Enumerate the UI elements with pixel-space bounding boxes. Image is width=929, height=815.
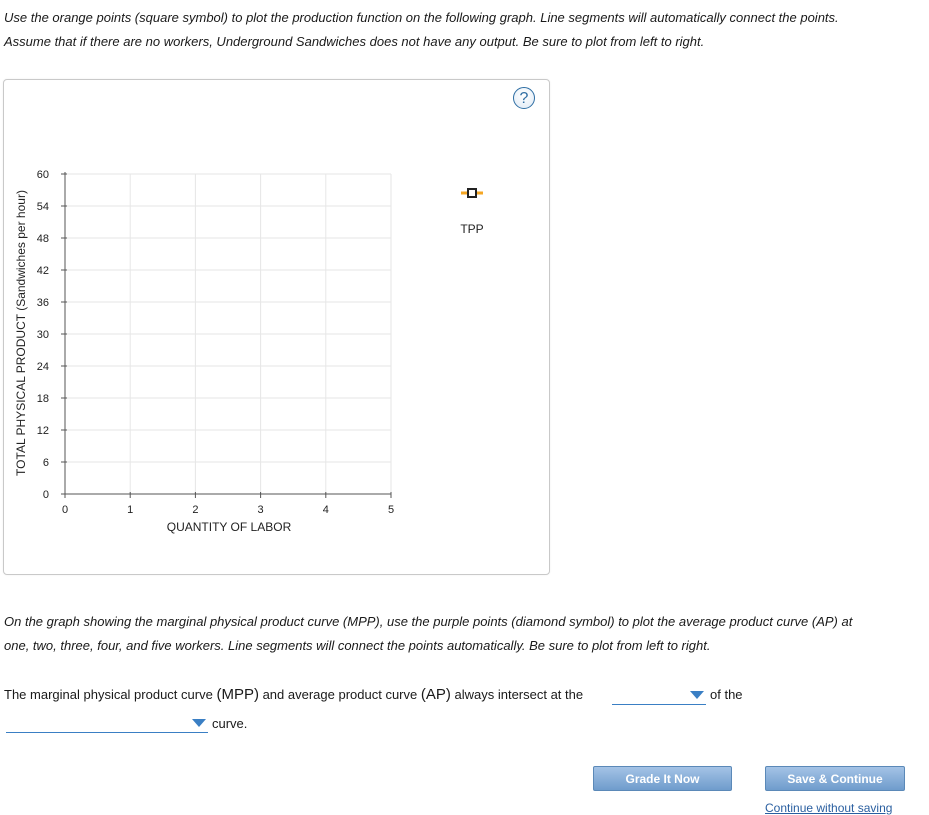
x-tick-label: 0: [62, 504, 68, 516]
y-axis-title: TOTAL PHYSICAL PRODUCT (Sandwiches per h…: [14, 190, 28, 476]
curve-text: curve.: [212, 716, 248, 731]
save-continue-button[interactable]: Save & Continue: [765, 766, 905, 791]
continue-without-saving-link[interactable]: Continue without saving: [765, 801, 892, 815]
x-tick-label: 5: [388, 504, 394, 516]
y-tick-label: 60: [37, 169, 49, 181]
y-tick-label: 42: [37, 265, 49, 277]
intersection-dropdown[interactable]: [612, 686, 706, 705]
y-tick-label: 18: [37, 393, 49, 405]
y-tick-label: 48: [37, 233, 49, 245]
y-tick-label: 0: [43, 489, 49, 501]
of-the-text: of the: [710, 687, 743, 702]
chevron-down-icon: [192, 719, 206, 727]
x-tick-label: 4: [323, 504, 329, 516]
y-tick-label: 12: [37, 425, 49, 437]
legend-label-tpp: TPP: [460, 222, 483, 236]
y-tick-label: 36: [37, 297, 49, 309]
x-axis-title: QUANTITY OF LABOR: [167, 520, 292, 534]
y-tick-label: 54: [37, 201, 49, 213]
chevron-down-icon: [690, 691, 704, 699]
question-text: The marginal physical product curve (MPP…: [4, 686, 584, 703]
y-tick-label: 6: [43, 457, 49, 469]
grade-it-now-button[interactable]: Grade It Now: [593, 766, 732, 791]
y-tick-label: 24: [37, 361, 49, 373]
x-tick-label: 3: [258, 504, 264, 516]
y-tick-label: 30: [37, 329, 49, 341]
instruction-line-3: On the graph showing the marginal physic…: [4, 614, 853, 629]
x-tick-label: 2: [192, 504, 198, 516]
instruction-line-4: one, two, three, four, and five workers.…: [4, 638, 711, 653]
x-tick-label: 1: [127, 504, 133, 516]
curve-dropdown[interactable]: [6, 714, 208, 733]
square-marker-icon[interactable]: [467, 188, 477, 198]
